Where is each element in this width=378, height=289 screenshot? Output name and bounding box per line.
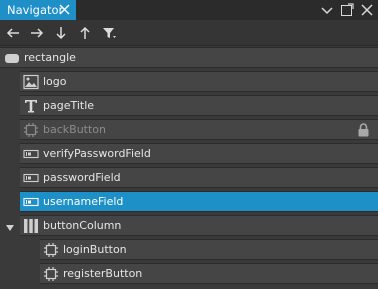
navigator-toolbar <box>0 20 378 46</box>
tree-item-label: usernameField <box>43 195 124 208</box>
panel-titlebar: Navigator <box>0 0 378 20</box>
rectangle-icon <box>5 53 19 63</box>
text-field-icon <box>23 197 39 206</box>
navigator-tab-label: Navigator <box>7 3 64 17</box>
tree-item-label: logo <box>43 75 67 88</box>
column-layout-icon <box>24 218 38 233</box>
navigator-tab[interactable]: Navigator <box>0 0 76 20</box>
tree-item-pagetitle[interactable]: pageTitle <box>20 95 378 116</box>
tree-item-loginbutton[interactable]: loginButton <box>40 239 378 260</box>
tree-item-backbutton[interactable]: backButton <box>20 119 378 140</box>
tree-item-verifypasswordfield[interactable]: verifyPasswordField <box>20 143 378 164</box>
tree-item-rectangle[interactable]: rectangle <box>0 47 378 68</box>
component-icon <box>44 242 58 257</box>
arrow-left-icon[interactable] <box>5 25 21 41</box>
component-icon <box>24 122 38 137</box>
tree-item-label: buttonColumn <box>43 219 122 232</box>
lock-icon[interactable] <box>357 123 370 137</box>
close-panel-icon[interactable] <box>359 2 375 18</box>
tree-item-label: loginButton <box>63 243 127 256</box>
tree-item-label: registerButton <box>63 267 143 280</box>
filter-icon[interactable] <box>101 25 117 41</box>
tree-item-passwordfield[interactable]: passwordField <box>20 167 378 188</box>
tree-item-label: verifyPasswordField <box>43 147 151 160</box>
arrow-down-icon[interactable] <box>53 25 69 41</box>
arrow-up-icon[interactable] <box>77 25 93 41</box>
expand-caret-icon[interactable] <box>5 223 15 233</box>
text-field-icon <box>23 149 39 158</box>
image-icon <box>23 74 39 89</box>
tree-item-buttoncolumn[interactable]: buttonColumn <box>20 215 378 236</box>
tree-item-logo[interactable]: logo <box>20 71 378 92</box>
arrow-right-icon[interactable] <box>29 25 45 41</box>
float-window-icon[interactable] <box>339 2 355 18</box>
tree-item-usernamefield[interactable]: usernameField <box>20 191 378 212</box>
tree-item-registerbutton[interactable]: registerButton <box>40 263 378 284</box>
tree-item-label: pageTitle <box>43 99 95 112</box>
tree-item-label: rectangle <box>24 51 76 64</box>
text-icon <box>25 99 37 112</box>
tree-item-label: passwordField <box>43 171 121 184</box>
close-icon[interactable] <box>58 3 71 16</box>
text-field-icon <box>23 173 39 182</box>
chevron-down-icon[interactable] <box>319 2 335 18</box>
component-icon <box>44 266 58 281</box>
tree-item-label: backButton <box>43 123 106 136</box>
